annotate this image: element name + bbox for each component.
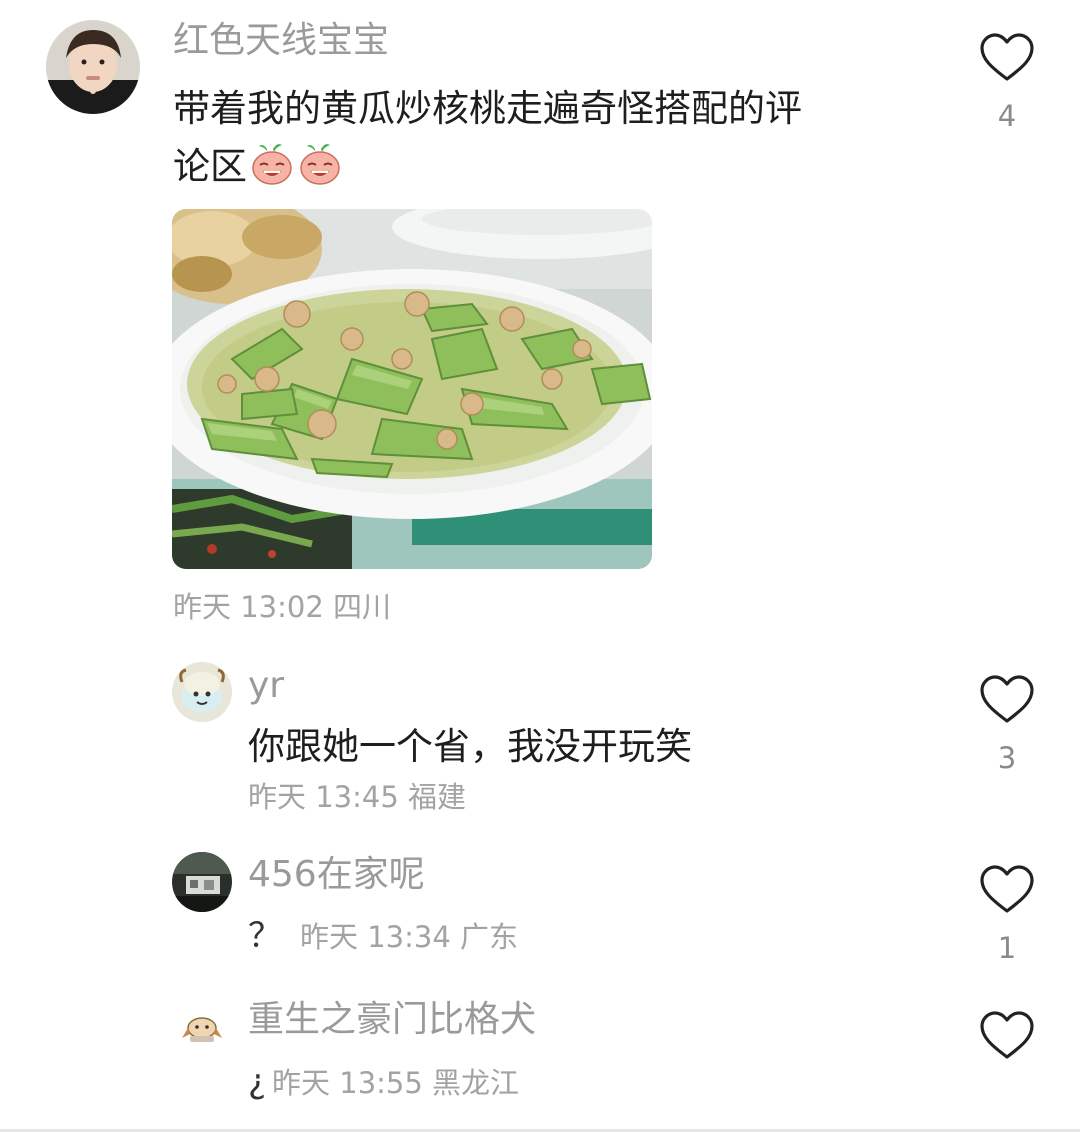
avatar-main-commenter[interactable] [46,20,140,114]
avatar-reply3[interactable] [172,1004,232,1064]
laughing-radish-emoji-icon [249,141,295,187]
reply3-comment-text: ¿ [248,1062,267,1102]
reply1-username[interactable]: yr [248,664,284,708]
avatar-reply1[interactable] [172,662,232,722]
avatar-reply2[interactable] [172,852,232,912]
main-comment-text: 带着我的黄瓜炒核桃走遍奇怪搭配的评 论区 [173,80,933,196]
heart-outline-icon [980,1011,1034,1059]
heart-outline-icon [980,675,1034,723]
like-count-main: 4 [997,99,1017,133]
heart-outline-icon [980,33,1034,81]
comment-attached-photo[interactable] [172,209,652,569]
like-button-reply1[interactable] [979,674,1035,726]
like-button-main[interactable] [979,32,1035,84]
main-comment-line2-text: 论区 [173,145,247,188]
reply3-row: ¿ 昨天 13:55 黑龙江 [248,1064,519,1101]
like-count-reply2: 1 [997,931,1017,965]
reply3-username[interactable]: 重生之豪门比格犬 [248,998,536,1042]
main-comment-line1: 带着我的黄瓜炒核桃走遍奇怪搭配的评 [173,87,802,130]
main-comment-meta: 昨天 13:02 四川 [173,590,392,624]
main-username[interactable]: 红色天线宝宝 [173,19,389,63]
like-count-reply1: 3 [997,741,1017,775]
reply2-row: ？ 昨天 13:34 广东 [248,918,518,955]
like-button-reply3[interactable] [979,1010,1035,1062]
like-button-reply2[interactable] [979,864,1035,916]
reply3-meta: 昨天 13:55 黑龙江 [272,1066,520,1100]
reply1-comment-text: 你跟她一个省，我没开玩笑 [248,725,692,768]
reply2-username[interactable]: 456在家呢 [248,853,425,897]
reply1-meta: 昨天 13:45 福建 [248,780,467,814]
laughing-radish-emoji-icon [297,141,343,187]
heart-outline-icon [980,865,1034,913]
main-comment-line2: 论区 [173,138,933,196]
reply2-meta: 昨天 13:34 广东 [300,920,519,954]
reply2-comment-text: ？ [248,916,282,956]
